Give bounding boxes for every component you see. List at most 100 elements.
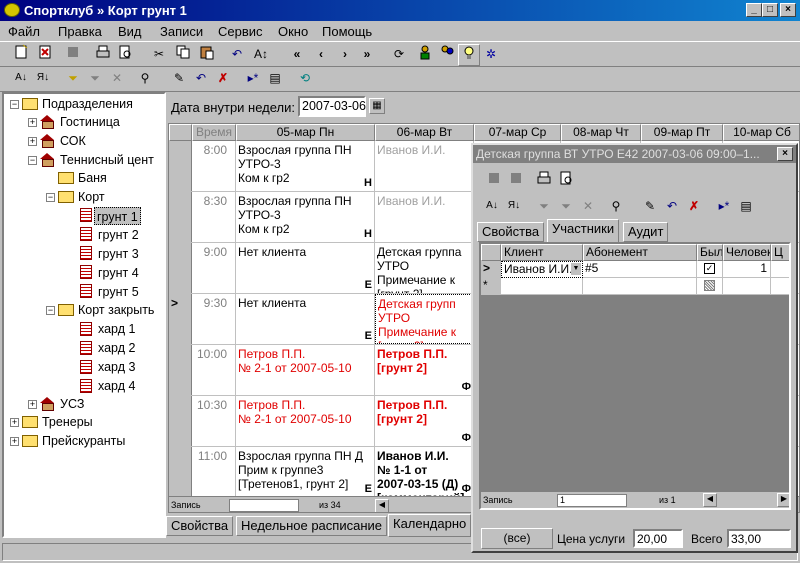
grid-cell-subscription[interactable]: #5 [583, 261, 697, 278]
col-header-fri[interactable]: 09-мар Пт [641, 124, 723, 141]
collapse-icon[interactable]: − [46, 193, 55, 202]
delete-record-icon[interactable]: ✗ [683, 196, 705, 218]
new-icon[interactable] [10, 44, 32, 66]
binoculars-icon[interactable]: ⚲ [605, 196, 627, 218]
tree-item-hard-3[interactable]: хард 3 [98, 358, 135, 376]
menu-service[interactable]: Сервис [218, 24, 263, 39]
tree-item-hard-4[interactable]: хард 4 [98, 377, 135, 395]
stop-icon[interactable] [483, 170, 505, 192]
filter-clear-icon[interactable]: ✕ [106, 68, 128, 90]
expand-icon[interactable]: + [28, 137, 37, 146]
col-header-time[interactable]: Время [192, 124, 236, 141]
filter-icon[interactable]: ⏷ [533, 196, 555, 218]
collapse-icon[interactable]: − [10, 100, 19, 109]
menu-edit[interactable]: Правка [58, 24, 102, 39]
users-icon[interactable]: ✲ [480, 44, 502, 66]
filter-apply-icon[interactable]: ⏷ [84, 68, 106, 90]
menu-help[interactable]: Помощь [322, 24, 372, 39]
tree-item-ground-4[interactable]: грунт 4 [98, 264, 139, 282]
new-row-cell[interactable] [501, 278, 583, 295]
nav-record-field[interactable] [229, 499, 299, 512]
slot-cell-mon[interactable]: Нет клиента Е [236, 243, 375, 293]
expand-icon[interactable]: + [10, 418, 19, 427]
grid-header-was[interactable]: Был [697, 244, 723, 261]
scroll-right-button[interactable]: ▶ [777, 493, 789, 507]
hint-icon[interactable] [458, 44, 480, 66]
binoculars-icon[interactable]: ⚲ [134, 68, 156, 90]
col-header-tue[interactable]: 06-мар Вт [375, 124, 474, 141]
scroll-left-button[interactable]: ◀ [375, 499, 389, 512]
dropdown-icon[interactable]: ▼ [571, 263, 581, 275]
slot-cell-mon[interactable]: Взрослая группа ПН УТРО-3 Ком к гр2 Н [236, 192, 375, 242]
last-record-button[interactable]: » [356, 44, 378, 66]
new-row-cell[interactable] [583, 278, 697, 295]
print-icon[interactable] [92, 44, 114, 66]
delete-record-icon[interactable]: ✗ [212, 68, 234, 90]
date-field[interactable]: 2007-03-06 [298, 96, 366, 117]
undo-record-icon[interactable]: ↶ [190, 68, 212, 90]
tab-weekly-schedule[interactable]: Недельное расписание [236, 516, 387, 536]
menu-view[interactable]: Вид [118, 24, 142, 39]
tree-item-hotel[interactable]: Гостиница [60, 113, 120, 131]
slot-cell-tue[interactable]: Петров П.П. [грунт 2] Ф [375, 345, 474, 395]
print-preview-icon[interactable] [114, 44, 136, 66]
group-icon[interactable] [436, 44, 458, 66]
sort-desc-icon[interactable]: Я↓ [32, 68, 54, 90]
grid-header-people[interactable]: Человек [723, 244, 771, 261]
insert-record-icon[interactable]: ▸* [713, 196, 735, 218]
was-checkbox[interactable]: ✓ [704, 263, 715, 274]
slot-cell-tue[interactable]: Петров П.П. [грунт 2] Ф [375, 396, 474, 446]
col-header-mon[interactable]: 05-мар Пн [236, 124, 375, 141]
dialog-tab-properties[interactable]: Свойства [477, 222, 545, 242]
insert-record-icon[interactable]: ▸* [242, 68, 264, 90]
close-button[interactable]: × [780, 3, 796, 17]
replace-icon[interactable]: A↕ [250, 44, 272, 66]
menu-file[interactable]: Файл [8, 24, 40, 39]
dialog-tab-participants[interactable]: Участники [547, 219, 620, 242]
dialog-tab-audit[interactable]: Аудит [623, 222, 669, 242]
slot-cell-tue[interactable]: Иванов И.И. [375, 192, 474, 242]
undo-record-icon[interactable]: ↶ [661, 196, 683, 218]
tree-item-bath[interactable]: Баня [78, 169, 107, 187]
filter-clear-icon[interactable]: ✕ [577, 196, 599, 218]
maximize-button[interactable]: □ [762, 3, 778, 17]
next-record-button[interactable]: › [334, 44, 356, 66]
show-all-button[interactable]: (все) [481, 528, 553, 549]
edit-record-icon[interactable]: ✎ [639, 196, 661, 218]
expand-icon[interactable]: + [10, 437, 19, 446]
tree-item-hard-1[interactable]: хард 1 [98, 320, 135, 338]
table-icon[interactable]: ▤ [264, 68, 286, 90]
grid-header-client[interactable]: Клиент [501, 244, 583, 261]
col-header-thu[interactable]: 08-мар Чт [561, 124, 641, 141]
grid-nav-field[interactable]: 1 [557, 494, 627, 507]
filter-apply-icon[interactable]: ⏷ [555, 196, 577, 218]
menu-window[interactable]: Окно [278, 24, 308, 39]
grid-cell-was[interactable]: ✓ [697, 261, 723, 278]
slot-cell-mon[interactable]: Петров П.П. № 2-1 от 2007-05-10 [236, 396, 375, 446]
slot-cell-mon[interactable]: Петров П.П. № 2-1 от 2007-05-10 [236, 345, 375, 395]
tree-item-ground-5[interactable]: грунт 5 [98, 283, 139, 301]
new-row-cell[interactable] [697, 278, 723, 295]
cut-icon[interactable]: ✂ [148, 44, 170, 66]
col-header-wed[interactable]: 07-мар Ср [474, 124, 561, 141]
slot-cell-mon[interactable]: Нет клиента Е [236, 294, 375, 344]
tree-item-usz[interactable]: УСЗ [60, 395, 84, 413]
sort-asc-icon[interactable]: A↓ [10, 68, 32, 90]
print-icon[interactable] [533, 170, 555, 192]
tree-item-hard-2[interactable]: хард 2 [98, 339, 135, 357]
expand-icon[interactable]: + [28, 400, 37, 409]
collapse-icon[interactable]: − [28, 156, 37, 165]
print-preview-icon[interactable] [555, 170, 577, 192]
tree-item-court[interactable]: Корт [78, 188, 105, 206]
sort-asc-icon[interactable]: A↓ [481, 196, 503, 218]
tree-item-closed-court[interactable]: Корт закрыть [78, 301, 154, 319]
dialog-close-button[interactable]: × [777, 147, 793, 161]
undo-icon[interactable]: ↶ [226, 44, 248, 66]
refresh-icon[interactable]: ⟳ [388, 44, 410, 66]
tab-calendar[interactable]: Календарно [388, 514, 472, 537]
tree-item-ground-3[interactable]: грунт 3 [98, 245, 139, 263]
grid-cell-price[interactable] [771, 261, 789, 278]
grid-header-subscription[interactable]: Абонемент [583, 244, 697, 261]
save-icon[interactable] [505, 170, 527, 192]
collapse-icon[interactable]: − [46, 306, 55, 315]
